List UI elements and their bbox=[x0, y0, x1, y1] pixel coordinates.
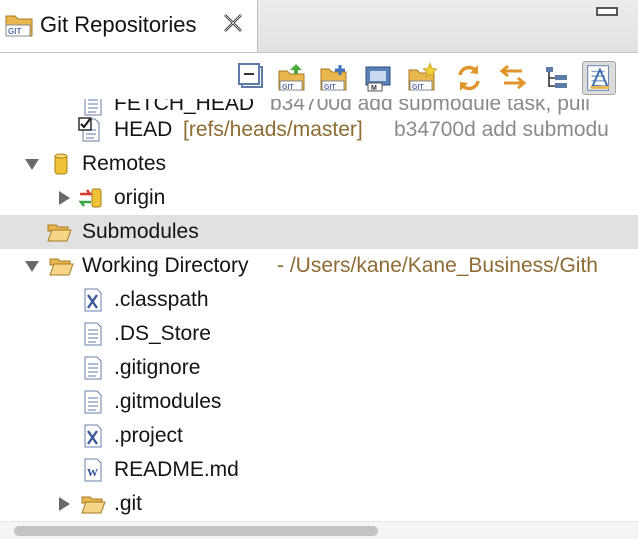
horizontal-scrollbar[interactable] bbox=[0, 521, 638, 539]
hierarchical-layout-icon[interactable] bbox=[540, 61, 574, 95]
svg-text:GIT: GIT bbox=[8, 27, 21, 36]
add-existing-repository-icon[interactable]: GIT bbox=[318, 61, 352, 95]
tree-item-file[interactable]: .project bbox=[0, 419, 638, 453]
remote-origin-icon bbox=[78, 188, 102, 208]
open-folder-icon bbox=[81, 496, 106, 514]
view-menu-pressed-icon[interactable] bbox=[582, 61, 616, 95]
view-toolbar: GIT GIT M GIT bbox=[0, 53, 638, 99]
xml-file-icon bbox=[84, 424, 102, 448]
git-folder-label: .git bbox=[114, 492, 143, 515]
tab-git-repositories[interactable]: GIT Git Repositories bbox=[0, 0, 258, 52]
open-folder-icon bbox=[47, 224, 72, 242]
collapsed-arrow-icon[interactable] bbox=[56, 189, 72, 207]
remotes-cylinder-icon bbox=[54, 153, 68, 175]
collapsed-arrow-icon[interactable] bbox=[56, 495, 72, 513]
refresh-icon[interactable] bbox=[452, 61, 486, 95]
tree-item-file[interactable]: .classpath bbox=[0, 283, 638, 317]
working-directory-path: - /Users/kane/Kane_Business/Gith bbox=[277, 254, 598, 277]
expanded-arrow-icon[interactable] bbox=[24, 155, 40, 173]
create-repository-icon[interactable]: M bbox=[362, 61, 396, 95]
text-file-icon bbox=[84, 322, 102, 346]
tree-item-submodules[interactable]: Submodules bbox=[0, 215, 638, 249]
create-new-repository-icon[interactable]: GIT bbox=[406, 61, 440, 95]
git-repository-icon: GIT bbox=[5, 15, 33, 37]
file-name: README.md bbox=[114, 458, 239, 481]
tree-item-working-directory[interactable]: Working Directory - /Users/kane/Kane_Bus… bbox=[0, 249, 638, 283]
repository-tree: FETCH_HEAD b34700d add submodule task, p… bbox=[0, 99, 638, 521]
tree-item-file[interactable]: .gitignore bbox=[0, 351, 638, 385]
working-directory-label: Working Directory bbox=[82, 254, 249, 277]
close-x-icon[interactable] bbox=[220, 10, 246, 36]
svg-text:W: W bbox=[87, 467, 98, 479]
tab-title: Git Repositories bbox=[40, 12, 197, 37]
word-document-icon: W bbox=[84, 458, 102, 482]
head-checked-file-icon bbox=[78, 117, 100, 142]
expanded-arrow-icon[interactable] bbox=[24, 257, 40, 275]
svg-text:GIT: GIT bbox=[324, 84, 336, 91]
tree-item-remotes[interactable]: Remotes bbox=[0, 147, 638, 181]
open-folder-icon bbox=[49, 258, 74, 276]
tree-item-git-folder[interactable]: .git bbox=[0, 487, 638, 521]
text-file-icon bbox=[84, 356, 102, 380]
view-tab-bar: GIT Git Repositories bbox=[0, 0, 638, 53]
scrollbar-thumb[interactable] bbox=[14, 526, 378, 536]
clone-git-repository-icon[interactable]: GIT bbox=[276, 61, 310, 95]
xml-file-icon bbox=[84, 288, 102, 312]
svg-text:GIT: GIT bbox=[412, 84, 424, 91]
file-name: .gitignore bbox=[114, 356, 201, 379]
file-name: .project bbox=[114, 424, 183, 447]
file-name: .DS_Store bbox=[114, 322, 211, 345]
head-name: HEAD bbox=[114, 118, 173, 141]
file-name: .classpath bbox=[114, 288, 209, 311]
tree-item-head[interactable]: HEAD [refs/heads/master] b34700d add sub… bbox=[0, 113, 638, 147]
head-detail: b34700d add submodu bbox=[394, 118, 609, 141]
collapse-all-icon[interactable] bbox=[236, 61, 270, 95]
origin-label: origin bbox=[114, 186, 166, 209]
file-name: .gitmodules bbox=[114, 390, 222, 413]
svg-text:GIT: GIT bbox=[282, 84, 294, 91]
head-ref: [refs/heads/master] bbox=[183, 118, 363, 141]
tree-item-file[interactable]: .DS_Store bbox=[0, 317, 638, 351]
minimize-icon[interactable] bbox=[594, 4, 620, 20]
tree-item-origin[interactable]: origin bbox=[0, 181, 638, 215]
link-with-selection-icon[interactable] bbox=[496, 61, 530, 95]
tree-item-file[interactable]: .gitmodules bbox=[0, 385, 638, 419]
tree-item-file[interactable]: W README.md bbox=[0, 453, 638, 487]
submodules-label: Submodules bbox=[82, 220, 199, 243]
remotes-label: Remotes bbox=[82, 152, 167, 175]
svg-text:M: M bbox=[371, 85, 377, 92]
text-file-icon bbox=[84, 390, 102, 414]
